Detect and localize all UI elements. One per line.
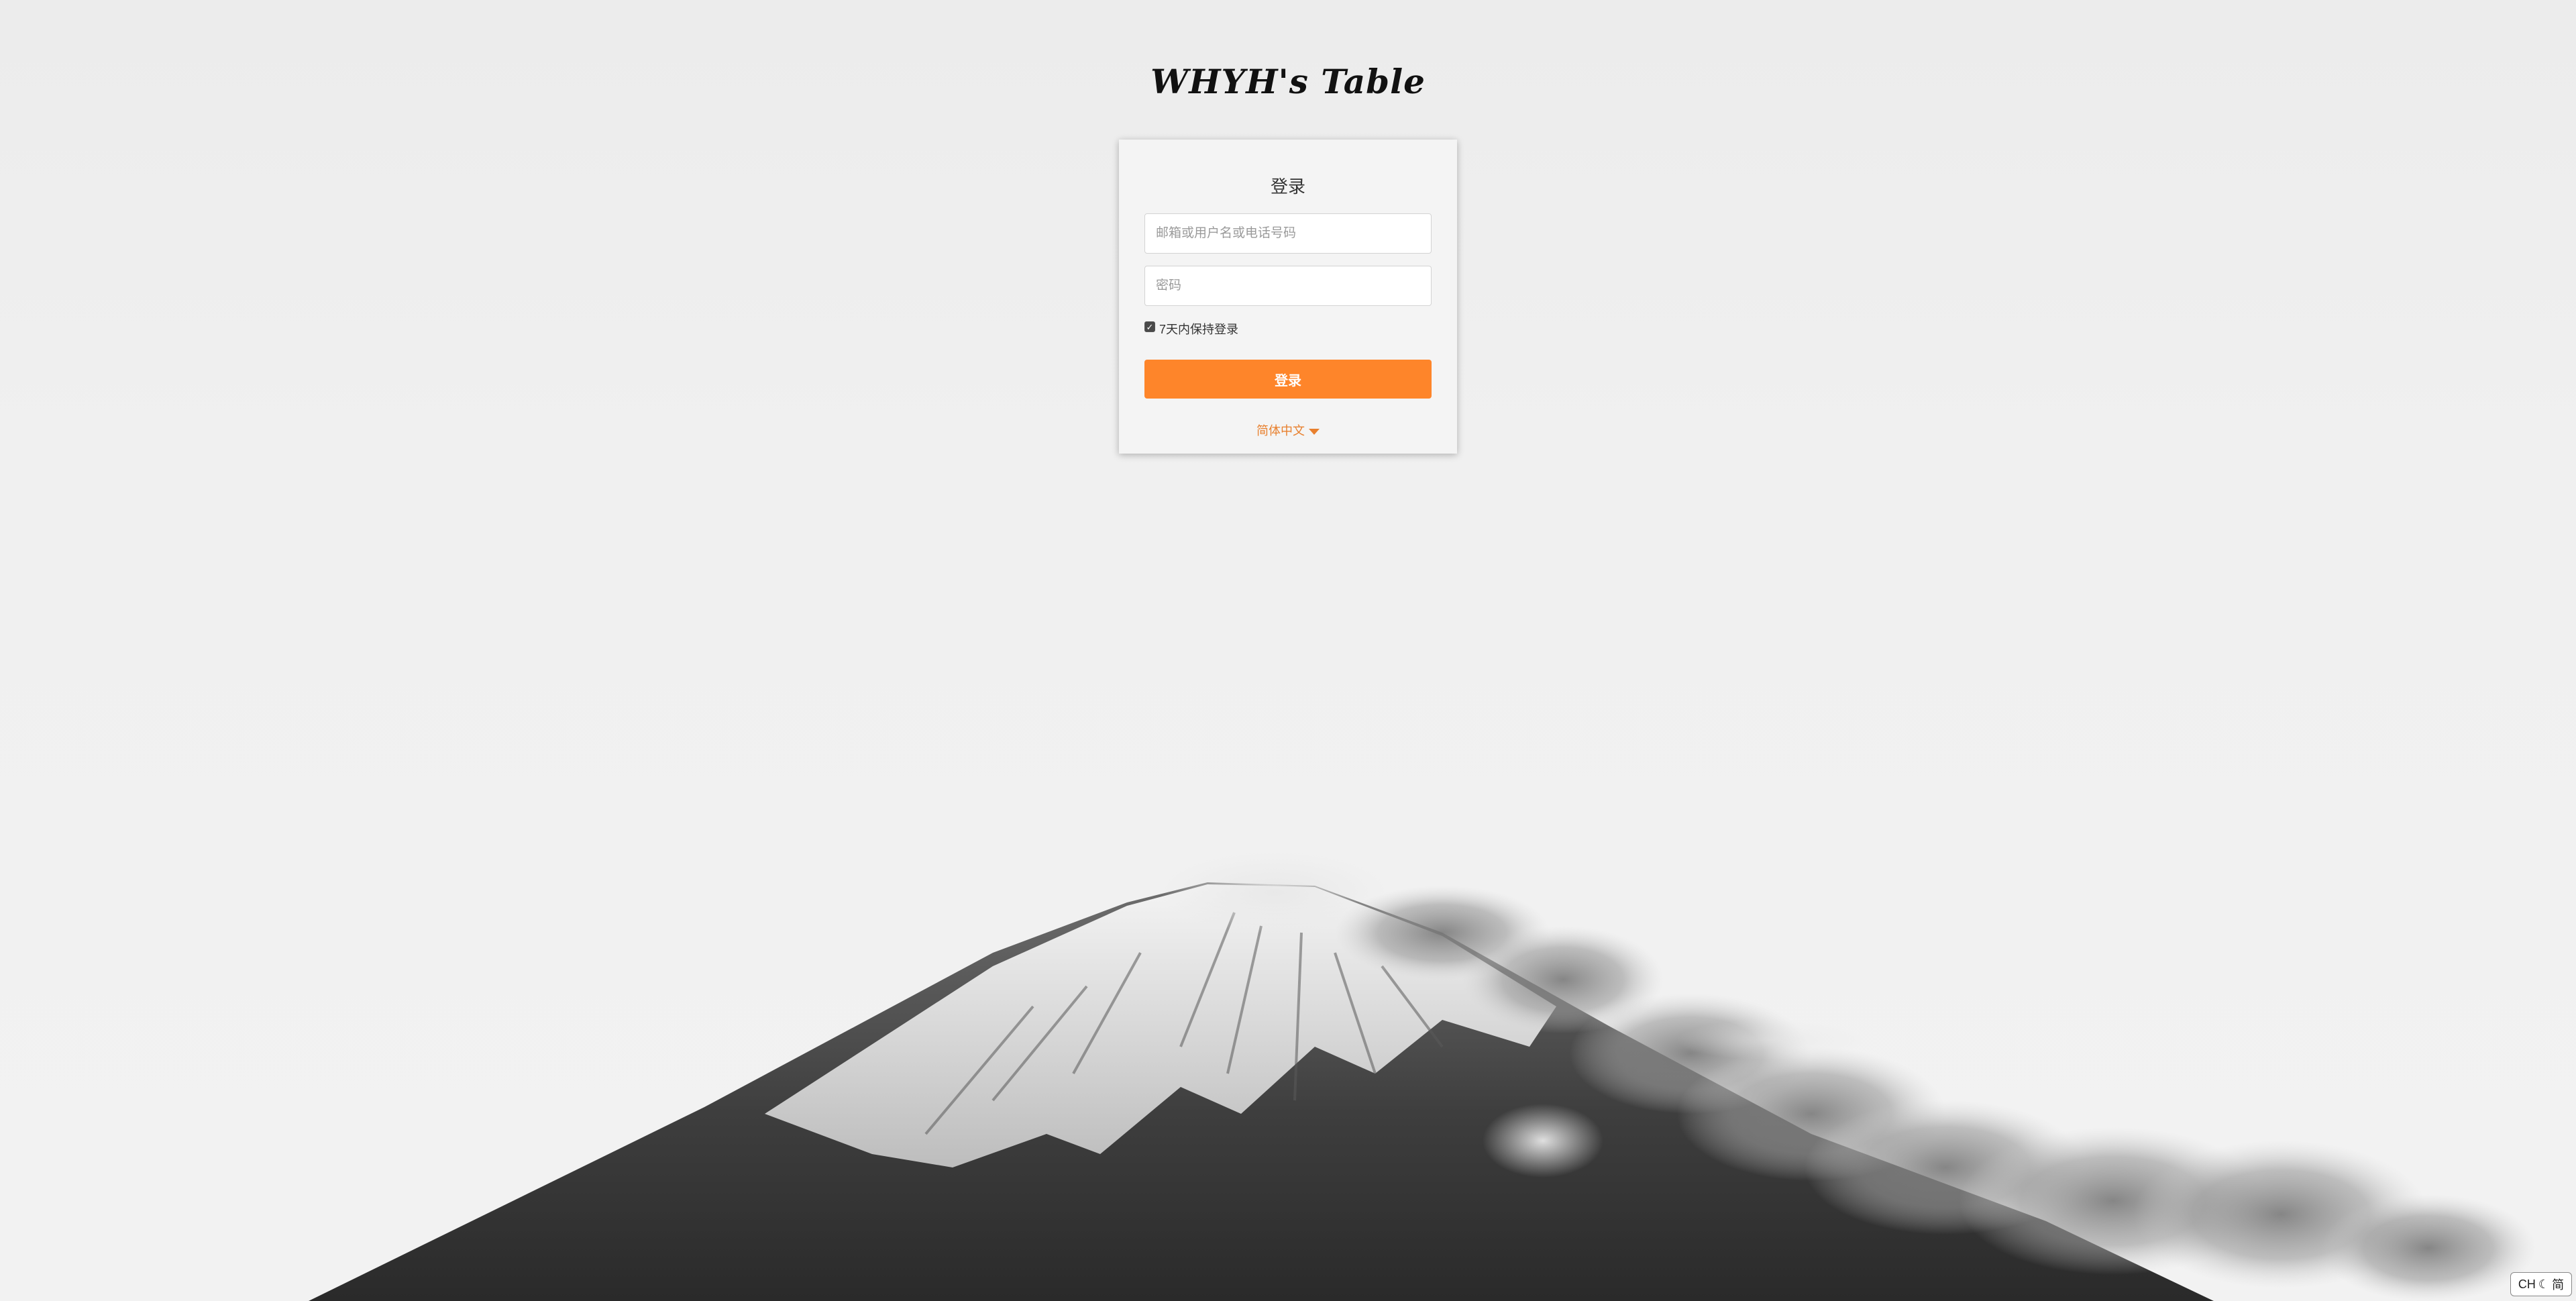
remember-checkbox[interactable]: ✓ bbox=[1144, 321, 1155, 332]
login-title: 登录 bbox=[1270, 176, 1305, 197]
login-card: 登录 ✓ 7天内保持登录 登录 简体中文 bbox=[1119, 140, 1457, 454]
login-button[interactable]: 登录 bbox=[1144, 360, 1432, 399]
ime-layout: CH bbox=[2518, 1277, 2536, 1291]
moon-icon: ☾ bbox=[2538, 1277, 2550, 1291]
checkbox-check-icon: ✓ bbox=[1146, 322, 1154, 332]
username-input[interactable] bbox=[1144, 213, 1432, 254]
ime-mode: 简 bbox=[2552, 1278, 2565, 1292]
caret-down-icon bbox=[1309, 428, 1320, 435]
ime-indicator[interactable]: CH ☾ 简 bbox=[2510, 1272, 2572, 1296]
brand-logo: WHYH's Table bbox=[1150, 62, 1426, 101]
remember-me[interactable]: ✓ 7天内保持登录 bbox=[1144, 321, 1238, 337]
language-selector[interactable]: 简体中文 bbox=[1119, 421, 1457, 439]
password-input[interactable] bbox=[1144, 266, 1432, 306]
remember-label: 7天内保持登录 bbox=[1159, 323, 1239, 336]
language-label: 简体中文 bbox=[1256, 424, 1305, 437]
